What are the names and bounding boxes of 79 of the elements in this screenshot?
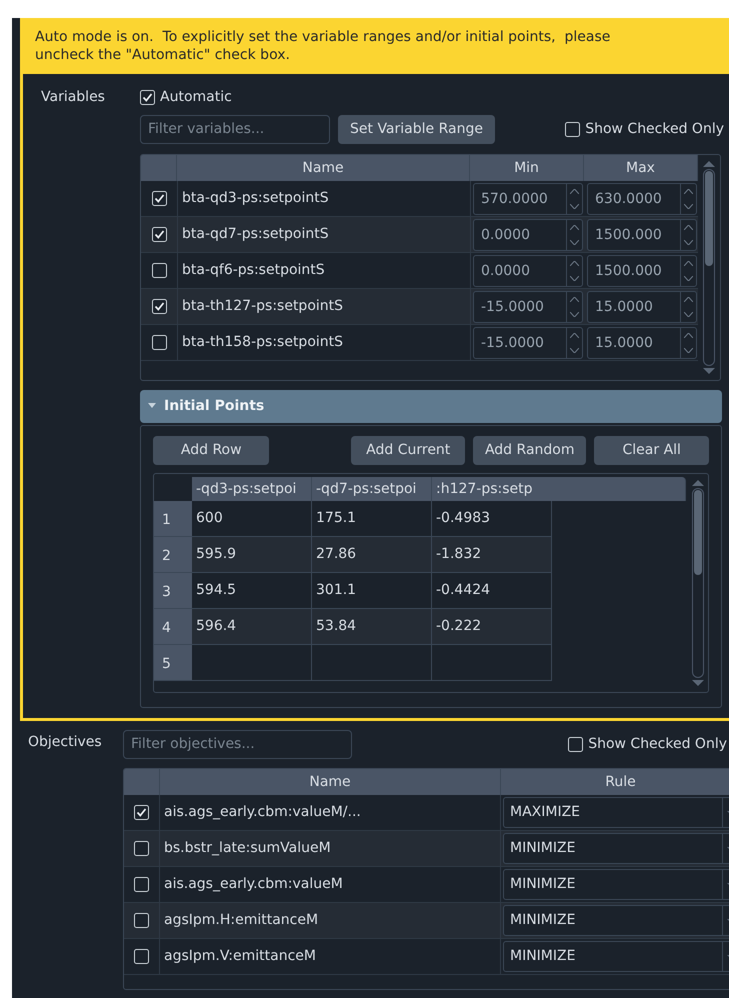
checkbox-label: Automatic	[160, 88, 232, 106]
column-header[interactable]: -qd3-ps:setpoi	[192, 477, 312, 501]
info-banner: Auto mode is on. To explicitly set the variable ranges and/or initial points, please uncheck the "Automatic" check box.	[23, 21, 729, 74]
checkbox[interactable]	[152, 335, 166, 350]
scroll-up-arrow-icon[interactable]	[692, 478, 704, 486]
rule-dropdown[interactable]: MINIMIZE	[503, 833, 729, 864]
rule-dropdown[interactable]: MINIMIZE	[503, 905, 729, 936]
rule-dropdown[interactable]: MAXIMIZE	[503, 797, 729, 828]
checkbox-label: Show Checked Only	[588, 734, 727, 754]
action-button[interactable]: Add Row	[153, 436, 270, 465]
spin-box[interactable]: 15.0000	[587, 291, 697, 323]
spin-box[interactable]: 570.0000	[473, 183, 583, 215]
scroll-down-arrow-icon[interactable]	[692, 680, 704, 688]
filter-field[interactable]: Filter objectives...	[123, 730, 352, 758]
spin-box[interactable]: 15.0000	[587, 327, 697, 359]
expand-arrow-icon[interactable]	[148, 402, 156, 410]
table-cell: agsIpm.V:emittanceM	[160, 939, 501, 974]
scroll-down-arrow-icon[interactable]	[703, 368, 715, 376]
spin-box[interactable]: 630.0000	[587, 183, 697, 215]
table-cell: -0.222	[432, 609, 552, 645]
spin-box[interactable]: -15.0000	[473, 327, 583, 359]
scroll-up-arrow-icon[interactable]	[703, 159, 715, 167]
scroll-thumb[interactable]	[694, 490, 702, 575]
table-cell: 27.86	[312, 537, 432, 573]
checkbox-label: Show Checked Only	[585, 120, 724, 138]
checkbox[interactable]	[134, 913, 149, 928]
section-label: Objectives	[28, 733, 103, 752]
checkbox[interactable]	[152, 191, 166, 206]
column-header[interactable]: -qd7-ps:setpoi	[312, 477, 432, 501]
table-cell: bta-qd3-ps:setpointS	[178, 181, 471, 216]
spin-box[interactable]: 0.0000	[473, 255, 583, 287]
table-cell: 53.84	[312, 609, 432, 645]
column-header[interactable]: :h127-ps:setp	[432, 477, 686, 501]
checkbox[interactable]	[134, 949, 149, 964]
table-cell: -1.832	[432, 537, 552, 573]
action-button[interactable]: Add Random	[472, 436, 586, 465]
table-cell: ais.ags_early.cbm:valueM	[160, 867, 501, 902]
row-number: 5	[154, 645, 192, 681]
checkbox[interactable]	[152, 263, 166, 278]
table-cell: bta-qf6-ps:setpointS	[178, 253, 471, 288]
table-cell: 596.4	[192, 609, 312, 645]
spin-box[interactable]: 0.0000	[473, 219, 583, 251]
rule-dropdown[interactable]: MINIMIZE	[503, 941, 729, 972]
checkbox[interactable]	[152, 227, 166, 242]
table-cell: 594.5	[192, 573, 312, 609]
filter-field[interactable]: Filter variables...	[140, 114, 330, 144]
row-number: 3	[154, 573, 192, 609]
table-cell: 301.1	[312, 573, 432, 609]
row-number: 1	[154, 501, 192, 537]
table-cell: 600	[192, 501, 312, 537]
checkbox[interactable]	[140, 90, 155, 104]
row-number: 2	[154, 537, 192, 573]
table-cell: 175.1	[312, 501, 432, 537]
checkbox[interactable]	[565, 122, 580, 136]
table-cell: bta-qd7-ps:setpointS	[178, 217, 471, 252]
action-button[interactable]: Add Current	[351, 436, 465, 465]
set-range-button[interactable]: Set Variable Range	[338, 114, 495, 144]
spin-box[interactable]: 1500.000	[587, 255, 697, 287]
table-cell: 595.9	[192, 537, 312, 573]
rule-dropdown[interactable]: MINIMIZE	[503, 869, 729, 900]
table-cell: bs.bstr_late:sumValueM	[160, 831, 501, 866]
table-cell: agsIpm.H:emittanceM	[160, 903, 501, 938]
row-number: 4	[154, 609, 192, 645]
checkbox[interactable]	[134, 877, 149, 892]
table-cell: -0.4983	[432, 501, 552, 537]
table-cell: bta-th127-ps:setpointS	[178, 289, 471, 324]
table-cell: -0.4424	[432, 573, 552, 609]
checkbox[interactable]	[568, 736, 584, 752]
action-button[interactable]: Clear All	[594, 436, 709, 465]
spin-box[interactable]: -15.0000	[473, 291, 583, 323]
table-cell: bta-th158-ps:setpointS	[178, 325, 471, 360]
table-cell: ais.ags_early.cbm:valueM/...	[160, 795, 501, 830]
section-label: Variables	[41, 88, 106, 107]
checkbox[interactable]	[134, 805, 149, 820]
spin-box[interactable]: 1500.000	[587, 219, 697, 251]
checkbox[interactable]	[152, 299, 166, 314]
initial-points-header[interactable]: Initial Points	[140, 390, 722, 423]
checkbox[interactable]	[134, 841, 149, 856]
scroll-thumb[interactable]	[705, 171, 713, 266]
